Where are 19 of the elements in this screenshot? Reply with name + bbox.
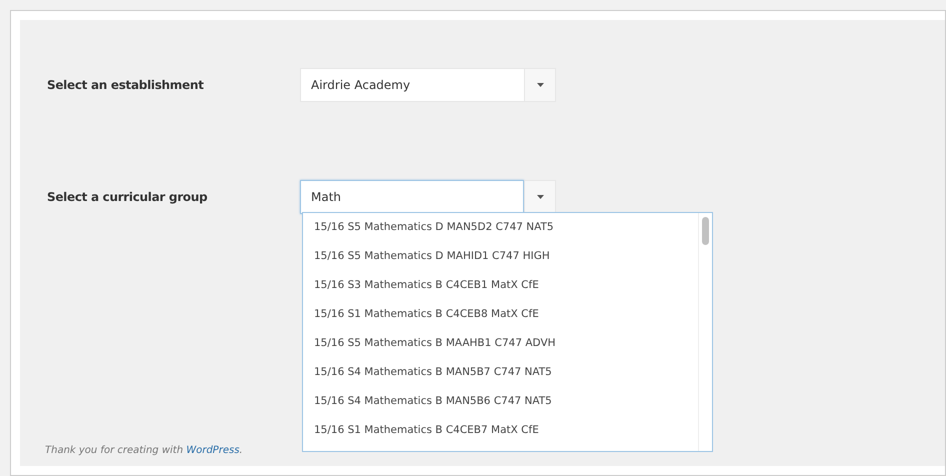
dropdown-option[interactable]: 15/16 S4 Mathematics B MAN5B6 C747 NAT5 [303, 387, 698, 416]
dropdown-option[interactable]: 15/16 S1 Mathematics B C4CEB7 MatX CfE [303, 416, 698, 445]
dropdown-button[interactable] [524, 68, 556, 102]
wordpress-link[interactable]: WordPress [186, 445, 240, 456]
dropdown-option[interactable]: 15/16 S4 Mathematics B MAN5B7 C747 NAT5 [303, 358, 698, 387]
caret-icon [536, 83, 544, 87]
dropdown-button[interactable] [524, 180, 556, 214]
field-label: Select a curricular group [47, 189, 208, 206]
scrollbar[interactable] [698, 213, 712, 451]
select-field[interactable]: Airdrie Academy [300, 68, 524, 102]
caret-icon [536, 195, 544, 199]
dropdown-option[interactable]: 15/16 S5 Mathematics B MAAHB1 C747 ADVH [303, 329, 698, 358]
dropdown-option[interactable]: 15/16 S1 Mathematics B C4CEB8 MatX CfE [303, 300, 698, 329]
dropdown-option[interactable]: 15/16 S3 Mathematics B C4CEB1 MatX CfE [303, 271, 698, 300]
select-field[interactable]: Math [300, 180, 524, 214]
dropdown-option[interactable]: 15/16 S5 Mathematics D MAHID1 C747 HIGH [303, 242, 698, 271]
dropdown-option[interactable]: 15/16 S5 Mathematics D MAN5D2 C747 NAT5 [303, 213, 698, 242]
footer-text: Thank you for creating with WordPress. [45, 444, 243, 458]
field-label: Select an establishment [47, 77, 205, 94]
